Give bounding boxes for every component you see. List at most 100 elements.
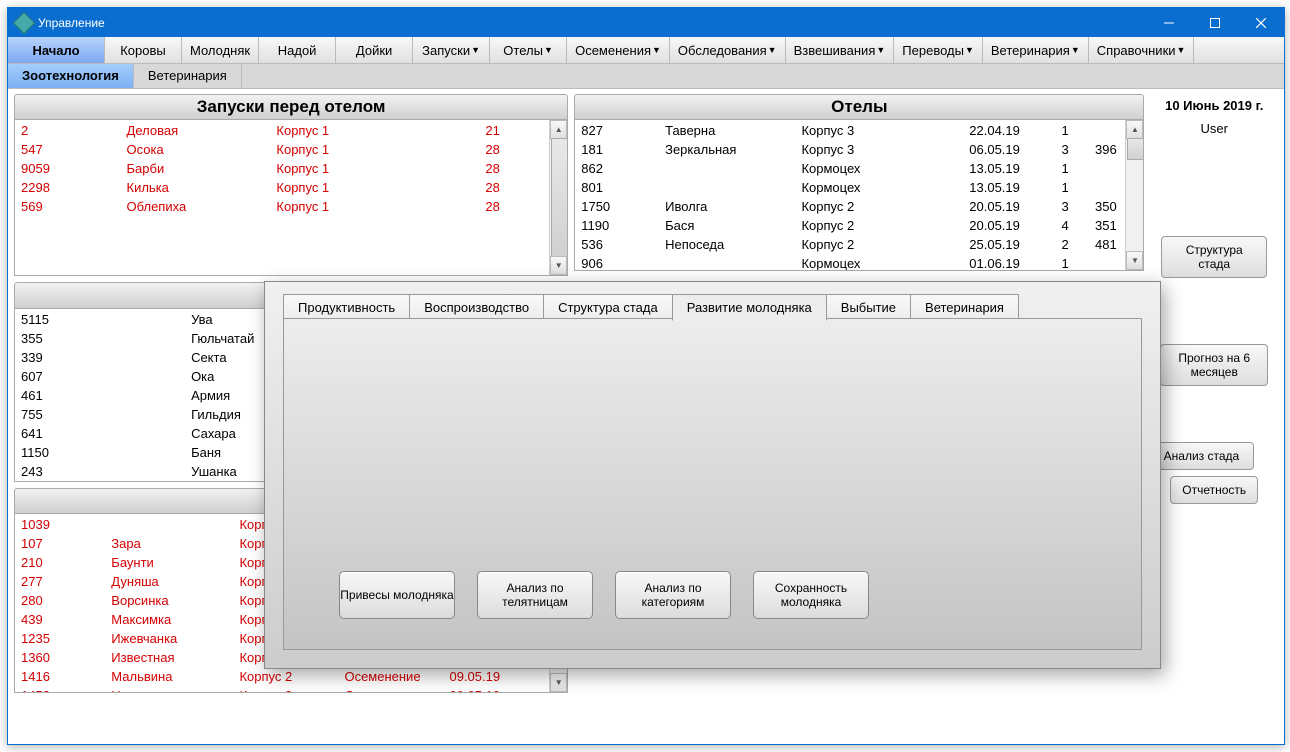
cell: Корпус 2 (235, 687, 338, 693)
table-row[interactable]: 2298КилькаКорпус 128 (17, 179, 565, 196)
cell: 536 (577, 236, 659, 253)
dialog-action-2[interactable]: Анализ по категориям (615, 571, 731, 619)
minimize-button[interactable] (1146, 8, 1192, 37)
dialog-action-3[interactable]: Сохранность молодняка (753, 571, 869, 619)
cell: Непоседа (661, 236, 795, 253)
menu-запуски[interactable]: Запуски▼ (413, 37, 490, 63)
cell: Корпус 3 (797, 141, 963, 158)
cell: Барби (123, 160, 271, 177)
cell: 09.05.19 (445, 687, 533, 693)
dialog-action-1[interactable]: Анализ по телятницам (477, 571, 593, 619)
menu-осеменения[interactable]: Осеменения▼ (567, 37, 670, 63)
close-button[interactable] (1238, 8, 1284, 37)
table-row[interactable]: 827ТавернаКорпус 322.04.191 (577, 122, 1141, 139)
scroll-down-icon[interactable]: ▼ (550, 673, 567, 692)
scroll-down-icon[interactable]: ▼ (1126, 251, 1143, 270)
table-row[interactable]: 1750ИволгаКорпус 220.05.193350 (577, 198, 1141, 215)
table-row[interactable]: 1416МальвинаКорпус 2Осеменение09.05.19 (17, 668, 565, 685)
menu-обследования[interactable]: Обследования▼ (670, 37, 786, 63)
cell: Бася (661, 217, 795, 234)
scroll-thumb[interactable] (1127, 138, 1144, 160)
cell: Корпус 2 (797, 198, 963, 215)
table-row[interactable]: 801Кормоцех13.05.191 (577, 179, 1141, 196)
analysis-button[interactable]: Анализ стада (1148, 442, 1254, 470)
titlebar: Управление (8, 8, 1284, 37)
chevron-down-icon: ▼ (1071, 45, 1080, 55)
cell: 243 (17, 463, 185, 480)
cell: 9059 (17, 160, 121, 177)
cell: 20.05.19 (965, 217, 1055, 234)
dialog-tab-0[interactable]: Продуктивность (283, 294, 410, 321)
dialog-tab-3[interactable]: Развитие молодняка (672, 294, 827, 321)
cell: 547 (17, 141, 121, 158)
cell: 1039 (17, 516, 105, 533)
table-row[interactable]: 1190БасяКорпус 220.05.194351 (577, 217, 1141, 234)
dialog-tab-2[interactable]: Структура стада (543, 294, 673, 321)
forecast-label1: Прогноз на 6 (1178, 351, 1250, 365)
scrollbar[interactable]: ▲ ▼ (1125, 120, 1143, 270)
cell: 3 (1058, 198, 1089, 215)
dialog-tab-5[interactable]: Ветеринария (910, 294, 1019, 321)
menu-переводы[interactable]: Переводы▼ (894, 37, 983, 63)
cell: Килька (123, 179, 271, 196)
cell: Мальвина (107, 668, 233, 685)
table-row[interactable]: 862Кормоцех13.05.191 (577, 160, 1141, 177)
menu-начало[interactable]: Начало (8, 37, 105, 63)
cell: 827 (577, 122, 659, 139)
table-row[interactable]: 1452НюшаКорпус 2Осеменение09.05.19 (17, 687, 565, 693)
scroll-up-icon[interactable]: ▲ (1126, 120, 1143, 139)
cell: Осеменение (340, 668, 443, 685)
dialog-tab-1[interactable]: Воспроизводство (409, 294, 544, 321)
menu-взвешивания[interactable]: Взвешивания▼ (786, 37, 895, 63)
cell: Ворсинка (107, 592, 233, 609)
cell: 13.05.19 (965, 179, 1055, 196)
menu-справочники[interactable]: Справочники▼ (1089, 37, 1195, 63)
table-row[interactable]: 181ЗеркальнаяКорпус 306.05.193396 (577, 141, 1141, 158)
scrollbar[interactable]: ▲ ▼ (549, 120, 567, 275)
table-row[interactable]: 906Кормоцех01.06.191 (577, 255, 1141, 271)
cell: 906 (577, 255, 659, 271)
cell: 355 (17, 330, 185, 347)
cell: 06.05.19 (965, 141, 1055, 158)
cell: Корпус 1 (272, 179, 479, 196)
cell: 607 (17, 368, 185, 385)
table-row[interactable]: 536НепоседаКорпус 225.05.192481 (577, 236, 1141, 253)
menu-надой[interactable]: Надой (259, 37, 336, 63)
current-date: 10 Июнь 2019 г. (1149, 98, 1279, 113)
cell (107, 516, 233, 533)
cell: 210 (17, 554, 105, 571)
cell: 569 (17, 198, 121, 215)
menu-молодняк[interactable]: Молодняк (182, 37, 259, 63)
cell: 1 (1058, 255, 1089, 271)
scroll-thumb[interactable] (551, 138, 568, 258)
cell: Баунти (107, 554, 233, 571)
table-row[interactable]: 9059БарбиКорпус 128 (17, 160, 565, 177)
cell: 277 (17, 573, 105, 590)
table-row[interactable]: 2ДеловаяКорпус 121 (17, 122, 565, 139)
scroll-down-icon[interactable]: ▼ (550, 256, 567, 275)
menu-дойки[interactable]: Дойки (336, 37, 413, 63)
chevron-down-icon: ▼ (1177, 45, 1186, 55)
maximize-button[interactable] (1192, 8, 1238, 37)
scroll-up-icon[interactable]: ▲ (550, 120, 567, 139)
cell: 1190 (577, 217, 659, 234)
forecast-button[interactable]: Прогноз на 6месяцев (1160, 344, 1268, 386)
cell: Таверна (661, 122, 795, 139)
menu-коровы[interactable]: Коровы (105, 37, 182, 63)
cell: Корпус 1 (272, 122, 479, 139)
cell: 20.05.19 (965, 198, 1055, 215)
report-button[interactable]: Отчетность (1170, 476, 1258, 504)
menu-отелы[interactable]: Отелы▼ (490, 37, 567, 63)
dialog-action-0[interactable]: Привесы молодняка (339, 571, 455, 619)
structure-button[interactable]: Структура стада (1161, 236, 1267, 278)
table-row[interactable]: 569ОблепихаКорпус 128 (17, 198, 565, 215)
subtab-1[interactable]: Ветеринария (134, 64, 242, 88)
table-row[interactable]: 547ОсокаКорпус 128 (17, 141, 565, 158)
subtab-bar: ЗоотехнологияВетеринария (8, 64, 1284, 89)
dialog-tab-4[interactable]: Выбытие (826, 294, 911, 321)
dialog-body: Привесы молодняка Анализ по телятницам Ана… (283, 318, 1142, 650)
cell: Облепиха (123, 198, 271, 215)
chevron-down-icon: ▼ (544, 45, 553, 55)
menu-ветеринария[interactable]: Ветеринария▼ (983, 37, 1089, 63)
subtab-0[interactable]: Зоотехнология (8, 64, 134, 88)
